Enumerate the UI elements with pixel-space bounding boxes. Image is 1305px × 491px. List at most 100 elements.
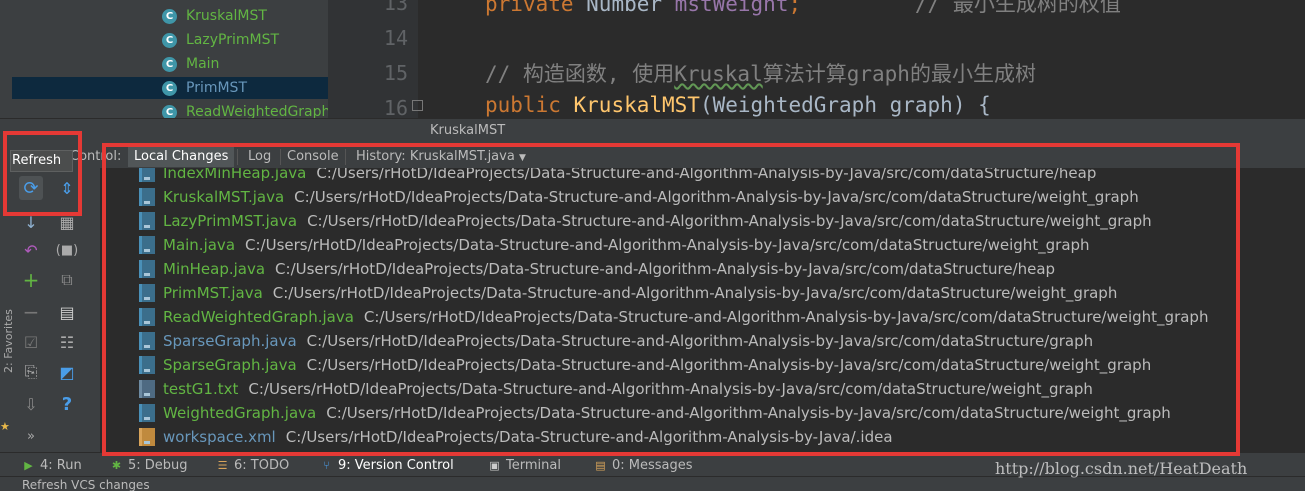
java-file-icon bbox=[139, 404, 155, 422]
tree-item-label: PrimMST bbox=[186, 80, 247, 96]
refresh-button[interactable]: ⟳ bbox=[19, 176, 43, 200]
line-number: 14 bbox=[383, 26, 408, 50]
line-number: 16 bbox=[383, 96, 408, 118]
file-row[interactable]: LazyPrimMST.java C:/Users/rHotD/IdeaProje… bbox=[139, 209, 1152, 233]
tree-item-label: Main bbox=[186, 56, 220, 72]
file-path: C:/Users/rHotD/IdeaProjects/Data-Structu… bbox=[306, 356, 1152, 374]
panel-title-bar: KruskalMST bbox=[0, 118, 1305, 145]
tree-item-label: LazyPrimMST bbox=[186, 32, 280, 48]
bottom-tab-label: 0: Messages bbox=[612, 457, 693, 473]
copy-button[interactable]: ⧉ bbox=[55, 268, 79, 292]
run-icon: ▶ bbox=[24, 458, 33, 472]
bottom-tab[interactable]: ⑂ 9: Version Control bbox=[320, 456, 454, 474]
move-changelist-button[interactable]: ⎘ bbox=[19, 360, 43, 384]
class-icon: C bbox=[162, 56, 177, 72]
file-name: workspace.xml bbox=[163, 428, 276, 446]
rollback-button[interactable]: ↶ bbox=[19, 238, 43, 262]
expand-all-button[interactable]: ⇕ bbox=[55, 176, 79, 200]
bottom-tab[interactable]: ▶ 4: Run bbox=[22, 456, 82, 474]
tab-log[interactable]: Log bbox=[242, 147, 277, 167]
file-row[interactable]: SparseGraph.java C:/Users/rHotD/IdeaProje… bbox=[139, 329, 1093, 353]
group-by-button[interactable]: ▦ bbox=[55, 210, 79, 234]
fold-marker-icon[interactable] bbox=[412, 100, 423, 111]
tab-local-changes[interactable]: Local Changes bbox=[128, 147, 235, 167]
file-path: C:/Users/rHotD/IdeaProjects/Data-Structu… bbox=[245, 236, 1090, 254]
export-icon: ⇩ bbox=[24, 394, 38, 414]
set-active-button[interactable]: ☑ bbox=[19, 330, 43, 354]
code-line: private Number mstWeight; // 最小生成树的权值 bbox=[485, 0, 1121, 18]
status-bar: Refresh VCS changes bbox=[0, 476, 1305, 491]
file-name: ReadWeightedGraph.java bbox=[163, 308, 354, 326]
bottom-tab[interactable]: ✱ 5: Debug bbox=[110, 456, 188, 474]
code-token: mstWeight bbox=[674, 0, 789, 16]
file-name: IndexMinHeap.java bbox=[163, 168, 307, 182]
java-file-icon bbox=[139, 260, 155, 278]
file-row[interactable]: KruskalMST.java C:/Users/rHotD/IdeaProjec… bbox=[139, 185, 1139, 209]
bottom-tab[interactable]: ☰ 6: TODO bbox=[216, 456, 290, 474]
class-icon: C bbox=[162, 80, 177, 96]
new-changelist-button[interactable]: + bbox=[19, 268, 43, 292]
code-line: public KruskalMST(WeightedGraph graph) { bbox=[485, 93, 991, 117]
remove-changelist-button[interactable]: − bbox=[19, 300, 43, 324]
tree-item[interactable]: C PrimMST bbox=[12, 77, 328, 99]
plus-icon: + bbox=[22, 268, 40, 292]
code-token: // 构造函数, 使用 bbox=[485, 62, 675, 86]
minus-icon: − bbox=[22, 300, 40, 324]
tree-item[interactable]: C Main bbox=[162, 53, 219, 75]
bottom-tab[interactable]: ▤ 0: Messages bbox=[594, 456, 693, 474]
chevron-down-icon: ▼ bbox=[518, 153, 526, 163]
file-path: C:/Users/rHotD/IdeaProjects/Data-Structu… bbox=[294, 188, 1139, 206]
commit-arrow-icon: ↓ bbox=[24, 212, 38, 232]
code-token: // 最小生成树的权值 bbox=[914, 0, 1121, 16]
code-token: Number bbox=[586, 0, 675, 16]
tree-item-content: C KruskalMST bbox=[162, 8, 267, 24]
commit-button[interactable]: ↓ bbox=[19, 210, 43, 234]
tab-separator bbox=[345, 149, 346, 165]
code-editor[interactable]: 13 14 15 16 private Number mstWeight; // 最小… bbox=[328, 0, 1305, 118]
file-name: MinHeap.java bbox=[163, 260, 266, 278]
file-row[interactable]: WeightedGraph.java C:/Users/rHotD/IdeaPro… bbox=[139, 401, 1171, 425]
file-row[interactable]: IndexMinHeap.java C:/Users/rHotD/IdeaProj… bbox=[139, 168, 1096, 185]
favorites-star-icon[interactable]: ★ bbox=[0, 420, 10, 433]
shelve-button[interactable]: (■) bbox=[55, 238, 79, 262]
file-row[interactable]: ReadWeightedGraph.java C:/Users/rHotD/Ide… bbox=[139, 305, 1208, 329]
tree-item[interactable]: C KruskalMST bbox=[162, 5, 267, 27]
status-text: Refresh VCS changes bbox=[22, 478, 150, 491]
brackets-icon: (■) bbox=[55, 242, 79, 258]
file-name: LazyPrimMST.java bbox=[163, 212, 298, 230]
file-row[interactable]: testG1.txt C:/Users/rHotD/IdeaProjects/Da… bbox=[139, 377, 1093, 401]
file-row[interactable]: PrimMST.java C:/Users/rHotD/IdeaProjects/… bbox=[139, 281, 1117, 305]
group-icon: ▦ bbox=[59, 212, 75, 232]
bottom-tab-label: 4: Run bbox=[40, 457, 82, 473]
changed-files-list[interactable]: IndexMinHeap.java C:/Users/rHotD/IdeaProj… bbox=[101, 168, 1305, 455]
help-button[interactable]: ? bbox=[55, 392, 79, 416]
tab-bar-prefix: Control: bbox=[70, 149, 122, 164]
move-icon: ⎘ bbox=[24, 362, 38, 381]
code-token: Kruskal bbox=[674, 62, 763, 86]
preview-diff-button[interactable]: ◩ bbox=[55, 360, 79, 384]
java-file-icon bbox=[139, 332, 155, 350]
file-row[interactable]: MinHeap.java C:/Users/rHotD/IdeaProjects/… bbox=[139, 257, 1055, 281]
diff-button[interactable]: ▤ bbox=[55, 300, 79, 324]
line-number: 15 bbox=[383, 61, 408, 85]
file-path: C:/Users/rHotD/IdeaProjects/Data-Structu… bbox=[316, 168, 1097, 182]
help-icon: ? bbox=[61, 393, 73, 415]
file-row[interactable]: workspace.xml C:/Users/rHotD/IdeaProjects… bbox=[139, 425, 893, 449]
code-line: // 构造函数, 使用Kruskal算法计算graph的最小生成树 bbox=[485, 58, 1036, 88]
line-number: 13 bbox=[383, 0, 408, 15]
more-button[interactable]: » bbox=[19, 424, 43, 448]
file-path: C:/Users/rHotD/IdeaProjects/Data-Structu… bbox=[363, 308, 1209, 326]
tree-item-content: C LazyPrimMST bbox=[162, 32, 279, 48]
bottom-tab[interactable]: ▣ Terminal bbox=[488, 456, 561, 474]
tab-console[interactable]: Console bbox=[281, 147, 345, 167]
file-row[interactable]: SparseGraph.java C:/Users/rHotD/IdeaProje… bbox=[139, 353, 1151, 377]
file-name: testG1.txt bbox=[163, 380, 239, 398]
export-button[interactable]: ⇩ bbox=[19, 392, 43, 416]
show-details-button[interactable]: ☷ bbox=[55, 330, 79, 354]
tab-history[interactable]: History: KruskalMST.java ▼ bbox=[350, 147, 532, 167]
code-token: private bbox=[485, 0, 587, 16]
file-name: WeightedGraph.java bbox=[163, 404, 317, 422]
file-name: KruskalMST.java bbox=[163, 188, 285, 206]
tree-item[interactable]: C LazyPrimMST bbox=[162, 29, 279, 51]
file-row[interactable]: Main.java C:/Users/rHotD/IdeaProjects/Dat… bbox=[139, 233, 1090, 257]
